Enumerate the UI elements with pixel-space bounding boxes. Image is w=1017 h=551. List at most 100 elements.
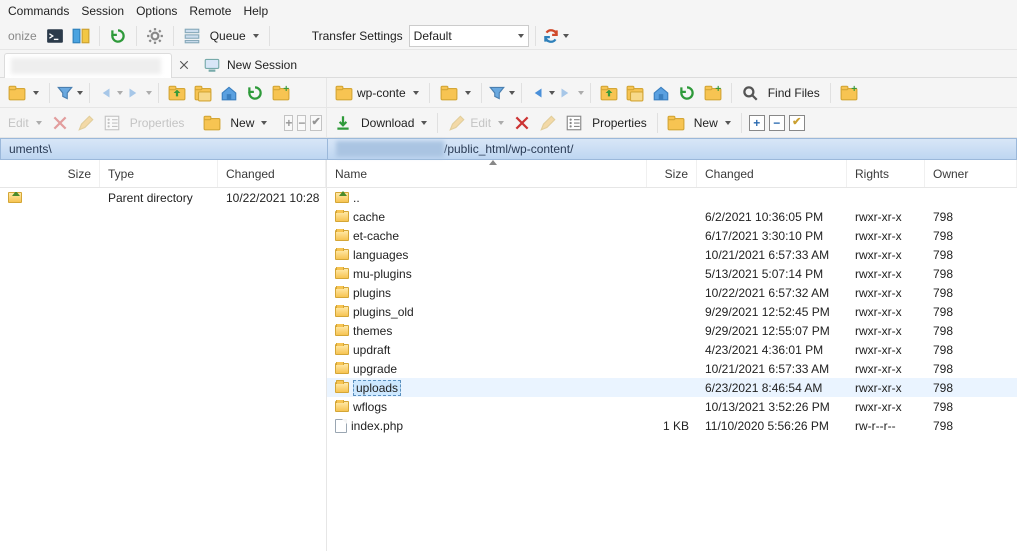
queue-icon[interactable] bbox=[180, 24, 204, 48]
folder-icon bbox=[335, 211, 349, 222]
list-item[interactable]: uploads6/23/2021 8:46:54 AMrwxr-xr-x798 bbox=[327, 378, 1017, 397]
remote-dir-name: wp-conte bbox=[357, 86, 406, 100]
local-pathbar[interactable]: uments\ bbox=[0, 138, 327, 160]
remote-back-icon[interactable] bbox=[528, 81, 555, 105]
refresh-icon[interactable] bbox=[106, 24, 130, 48]
list-item[interactable]: themes9/29/2021 12:55:07 PMrwxr-xr-x798 bbox=[327, 321, 1017, 340]
local-col-changed[interactable]: Changed bbox=[218, 160, 326, 187]
menu-commands[interactable]: Commands bbox=[8, 4, 69, 18]
remote-props-button[interactable]: Properties bbox=[588, 111, 651, 135]
local-minus-button[interactable]: − bbox=[297, 115, 306, 131]
queue-button[interactable]: Queue bbox=[206, 24, 263, 48]
compare-panels-icon[interactable] bbox=[69, 24, 93, 48]
local-col-type[interactable]: Type bbox=[100, 160, 218, 187]
list-item[interactable]: mu-plugins5/13/2021 5:07:14 PMrwxr-xr-x7… bbox=[327, 264, 1017, 283]
remote-minus-button[interactable]: − bbox=[769, 115, 785, 131]
remote-plus-button[interactable]: + bbox=[749, 115, 765, 131]
remote-home-icon[interactable] bbox=[649, 81, 673, 105]
list-item[interactable]: plugins10/22/2021 6:57:32 AMrwxr-xr-x798 bbox=[327, 283, 1017, 302]
remote-dir-combo[interactable]: wp-conte bbox=[331, 81, 423, 105]
local-root-icon[interactable] bbox=[191, 81, 215, 105]
local-props-button[interactable]: Properties bbox=[126, 111, 189, 135]
download-button[interactable]: Download bbox=[357, 111, 431, 135]
local-props-icon[interactable] bbox=[100, 111, 124, 135]
local-forward-icon[interactable] bbox=[125, 81, 152, 105]
remote-edit-icon[interactable] bbox=[536, 111, 560, 135]
remote-col-name[interactable]: Name bbox=[327, 160, 647, 187]
remote-bookmark-icon[interactable] bbox=[701, 81, 725, 105]
remote-root-icon[interactable] bbox=[623, 81, 647, 105]
local-delete-icon[interactable] bbox=[48, 111, 72, 135]
close-tab-button[interactable] bbox=[172, 53, 196, 77]
remote-col-owner[interactable]: Owner bbox=[925, 160, 1017, 187]
remote-delete-icon[interactable] bbox=[510, 111, 534, 135]
find-files-icon[interactable] bbox=[738, 81, 762, 105]
transfer-settings-value: Default bbox=[414, 29, 452, 43]
remote-col-size[interactable]: Size bbox=[647, 160, 697, 187]
remote-new-button[interactable]: New bbox=[690, 111, 735, 135]
folder-icon bbox=[335, 363, 349, 374]
local-bookmark-icon[interactable] bbox=[269, 81, 293, 105]
remote-col-changed[interactable]: Changed bbox=[697, 160, 847, 187]
local-filter-icon[interactable] bbox=[56, 81, 83, 105]
remote-parent-icon[interactable] bbox=[597, 81, 621, 105]
remote-path-text: /public_html/wp-content/ bbox=[444, 142, 573, 156]
remote-props-icon[interactable] bbox=[562, 111, 586, 135]
local-grid-body[interactable]: Parent directory10/22/2021 10:28 bbox=[0, 188, 326, 551]
remote-open-combo[interactable] bbox=[436, 81, 475, 105]
remote-forward-icon[interactable] bbox=[557, 81, 584, 105]
remote-grid-header: Name Size Changed Rights Owner bbox=[327, 160, 1017, 188]
remote-ops-toolbar: Download Edit Properties New + − ✔ bbox=[327, 108, 1017, 137]
local-edit-button[interactable]: Edit bbox=[4, 111, 46, 135]
local-edit-icon[interactable] bbox=[74, 111, 98, 135]
gear-icon[interactable] bbox=[143, 24, 167, 48]
parent-dir-icon bbox=[8, 192, 22, 203]
list-item[interactable]: et-cache6/17/2021 3:30:10 PMrwxr-xr-x798 bbox=[327, 226, 1017, 245]
remote-nav-toolbar: wp-conte Find Files bbox=[327, 78, 1017, 107]
sort-indicator-icon bbox=[489, 160, 497, 165]
remote-col-rights[interactable]: Rights bbox=[847, 160, 925, 187]
sync-icon[interactable] bbox=[542, 24, 569, 48]
list-item[interactable]: updraft4/23/2021 4:36:01 PMrwxr-xr-x798 bbox=[327, 340, 1017, 359]
remote-grid-body[interactable]: ..cache6/2/2021 10:36:05 PMrwxr-xr-x798e… bbox=[327, 188, 1017, 551]
terminal-icon[interactable] bbox=[43, 24, 67, 48]
list-item[interactable]: languages10/21/2021 6:57:33 AMrwxr-xr-x7… bbox=[327, 245, 1017, 264]
list-item[interactable]: upgrade10/21/2021 6:57:33 AMrwxr-xr-x798 bbox=[327, 359, 1017, 378]
local-refresh-icon[interactable] bbox=[243, 81, 267, 105]
new-session-tab[interactable]: New Session bbox=[196, 51, 308, 78]
find-files-button[interactable]: Find Files bbox=[764, 81, 824, 105]
menu-remote[interactable]: Remote bbox=[189, 4, 231, 18]
local-plus-button[interactable]: + bbox=[284, 115, 293, 131]
remote-filter-icon[interactable] bbox=[488, 81, 515, 105]
local-new-button[interactable]: New bbox=[226, 111, 271, 135]
list-item[interactable]: index.php1 KB11/10/2020 5:56:26 PMrw-r--… bbox=[327, 416, 1017, 435]
local-dir-combo[interactable] bbox=[4, 81, 43, 105]
local-back-icon[interactable] bbox=[96, 81, 123, 105]
list-item[interactable]: wflogs10/13/2021 3:52:26 PMrwxr-xr-x798 bbox=[327, 397, 1017, 416]
remote-star-button[interactable]: ✔ bbox=[789, 115, 805, 131]
list-item[interactable]: plugins_old9/29/2021 12:52:45 PMrwxr-xr-… bbox=[327, 302, 1017, 321]
local-home-icon[interactable] bbox=[217, 81, 241, 105]
remote-pathbar[interactable]: /public_html/wp-content/ bbox=[327, 138, 1017, 160]
remote-edit-button[interactable]: Edit bbox=[444, 111, 508, 135]
local-path-text: uments\ bbox=[9, 142, 52, 156]
remote-new-icon[interactable] bbox=[664, 111, 688, 135]
list-item[interactable]: cache6/2/2021 10:36:05 PMrwxr-xr-x798 bbox=[327, 207, 1017, 226]
local-panel: Size Type Changed Parent directory10/22/… bbox=[0, 160, 327, 551]
folder-icon bbox=[335, 325, 349, 336]
download-icon[interactable] bbox=[331, 111, 355, 135]
transfer-settings-combo[interactable]: Default bbox=[409, 25, 529, 47]
local-star-button[interactable]: ✔ bbox=[310, 115, 321, 131]
menu-help[interactable]: Help bbox=[243, 4, 268, 18]
list-item[interactable]: Parent directory10/22/2021 10:28 bbox=[0, 188, 326, 207]
session-tab-active[interactable] bbox=[4, 53, 172, 78]
remote-refresh-icon[interactable] bbox=[675, 81, 699, 105]
menu-options[interactable]: Options bbox=[136, 4, 177, 18]
local-parent-icon[interactable] bbox=[165, 81, 189, 105]
list-item[interactable]: .. bbox=[327, 188, 1017, 207]
local-new-icon[interactable] bbox=[200, 111, 224, 135]
local-col-size[interactable]: Size bbox=[40, 160, 100, 187]
remote-extra-icon[interactable] bbox=[837, 81, 861, 105]
local-ops-toolbar: Edit Properties New + − ✔ bbox=[0, 108, 327, 137]
menu-session[interactable]: Session bbox=[81, 4, 124, 18]
